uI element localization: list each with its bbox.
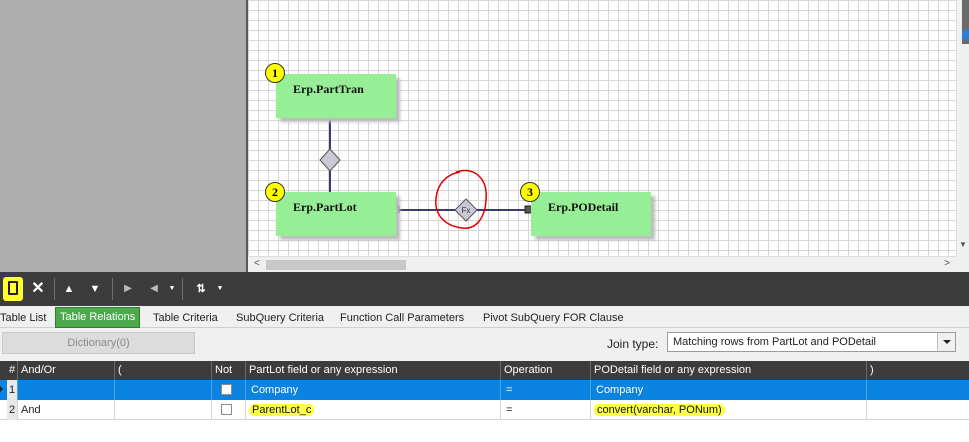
- scroll-left-icon[interactable]: <: [254, 258, 260, 269]
- cell-right-field[interactable]: convert(varchar, PONum): [591, 400, 867, 420]
- cell-not: [212, 380, 246, 400]
- toolbar: ✕ ▲ ▼ ▶ ◀ ▼ ⇅ ▼: [0, 272, 969, 306]
- table-name: Erp.PartTran: [293, 82, 364, 96]
- cell-left-field[interactable]: Company: [246, 380, 501, 400]
- cell-open-paren[interactable]: [115, 380, 212, 400]
- join-type-select[interactable]: Matching rows from PartLot and PODetail: [667, 332, 956, 352]
- not-checkbox[interactable]: [221, 404, 232, 415]
- relations-grid: # And/Or ( Not PartLot field or any expr…: [0, 361, 969, 442]
- right-edge-panel: [962, 0, 969, 44]
- col-header-right-field[interactable]: PODetail field or any expression: [591, 361, 867, 380]
- tab-bar: Table List Table Relations Table Criteri…: [0, 306, 969, 328]
- col-header-open-paren[interactable]: (: [115, 361, 212, 380]
- cell-andor[interactable]: [18, 380, 115, 400]
- horizontal-scrollbar[interactable]: < >: [248, 256, 956, 272]
- delete-icon[interactable]: ✕: [30, 277, 46, 301]
- col-header-close-paren[interactable]: ): [867, 361, 969, 380]
- cell-not: [212, 400, 246, 420]
- dictionary-button[interactable]: Dictionary(0): [2, 332, 195, 354]
- cell-andor[interactable]: And: [18, 400, 115, 420]
- not-checkbox[interactable]: [221, 384, 232, 395]
- col-header-left-field[interactable]: PartLot field or any expression: [246, 361, 501, 380]
- join-type-value: Matching rows from PartLot and PODetail: [673, 336, 876, 348]
- join-type-label: Join type:: [607, 337, 659, 351]
- sort-dropdown-icon[interactable]: ▼: [216, 277, 224, 301]
- scroll-right-icon[interactable]: >: [944, 258, 950, 269]
- dropdown-arrow-icon[interactable]: ▼: [168, 277, 176, 301]
- tab-table-list[interactable]: Table List: [0, 309, 46, 328]
- relation-diamond-icon: [319, 148, 341, 172]
- highlighted-value: ParentLot_c: [249, 404, 315, 416]
- col-header-andor[interactable]: And/Or: [18, 361, 115, 380]
- row-number: 1: [7, 380, 18, 400]
- col-header-num[interactable]: #: [7, 361, 18, 380]
- table-partlot[interactable]: Erp.PartLot: [276, 192, 396, 236]
- cell-operation[interactable]: =: [501, 380, 591, 400]
- move-down-icon[interactable]: ▼: [88, 277, 102, 301]
- tab-table-criteria[interactable]: Table Criteria: [153, 309, 218, 328]
- row-number: 2: [7, 400, 18, 420]
- table-name: Erp.PODetail: [548, 200, 619, 214]
- scroll-thumb[interactable]: [266, 260, 406, 270]
- cell-close-paren[interactable]: [867, 400, 969, 420]
- scroll-corner: [956, 256, 969, 272]
- cell-right-field[interactable]: Company: [591, 380, 867, 400]
- table-row[interactable]: 1 Company = Company: [0, 380, 969, 400]
- indent-left-icon[interactable]: ◀: [148, 277, 160, 301]
- highlighted-value: convert(varchar, PONum): [594, 404, 725, 416]
- col-header-operation[interactable]: Operation: [501, 361, 591, 380]
- fx-label: Fx: [462, 206, 471, 215]
- table-number-badge: 1: [265, 63, 285, 83]
- current-row-icon: [0, 385, 3, 393]
- chevron-down-icon[interactable]: [937, 333, 955, 351]
- table-parttran[interactable]: Erp.PartTran: [276, 74, 396, 118]
- move-up-icon[interactable]: ▲: [62, 277, 76, 301]
- tab-function-call-parameters[interactable]: Function Call Parameters: [340, 309, 464, 328]
- table-number-badge: 3: [520, 182, 540, 202]
- table-podetail[interactable]: Erp.PODetail: [531, 192, 651, 236]
- edge-indicator: [962, 30, 969, 39]
- cell-close-paren[interactable]: [867, 380, 969, 400]
- left-panel: [0, 0, 246, 272]
- tab-subquery-criteria[interactable]: SubQuery Criteria: [236, 309, 324, 328]
- options-bar: Dictionary(0) Join type: Matching rows f…: [0, 329, 969, 359]
- tab-pivot-subquery[interactable]: Pivot SubQuery FOR Clause: [483, 309, 624, 328]
- diagram-canvas[interactable]: Fx Erp.PartTran 1 Erp.PartLot 2 Erp.PODe…: [248, 0, 956, 256]
- grid-header: # And/Or ( Not PartLot field or any expr…: [0, 361, 969, 380]
- table-number-badge: 2: [265, 182, 285, 202]
- annotation-circle: [435, 169, 487, 229]
- indent-right-icon[interactable]: ▶: [122, 277, 134, 301]
- scroll-down-icon[interactable]: ▼: [959, 240, 967, 249]
- cell-operation[interactable]: =: [501, 400, 591, 420]
- cell-left-field[interactable]: ParentLot_c: [246, 400, 501, 420]
- col-header-not[interactable]: Not: [212, 361, 246, 380]
- table-row[interactable]: 2 And ParentLot_c = convert(varchar, PON…: [0, 400, 969, 420]
- table-name: Erp.PartLot: [293, 200, 357, 214]
- sort-icon[interactable]: ⇅: [190, 277, 212, 301]
- new-icon[interactable]: [3, 277, 23, 301]
- tab-table-relations[interactable]: Table Relations: [55, 307, 141, 328]
- cell-open-paren[interactable]: [115, 400, 212, 420]
